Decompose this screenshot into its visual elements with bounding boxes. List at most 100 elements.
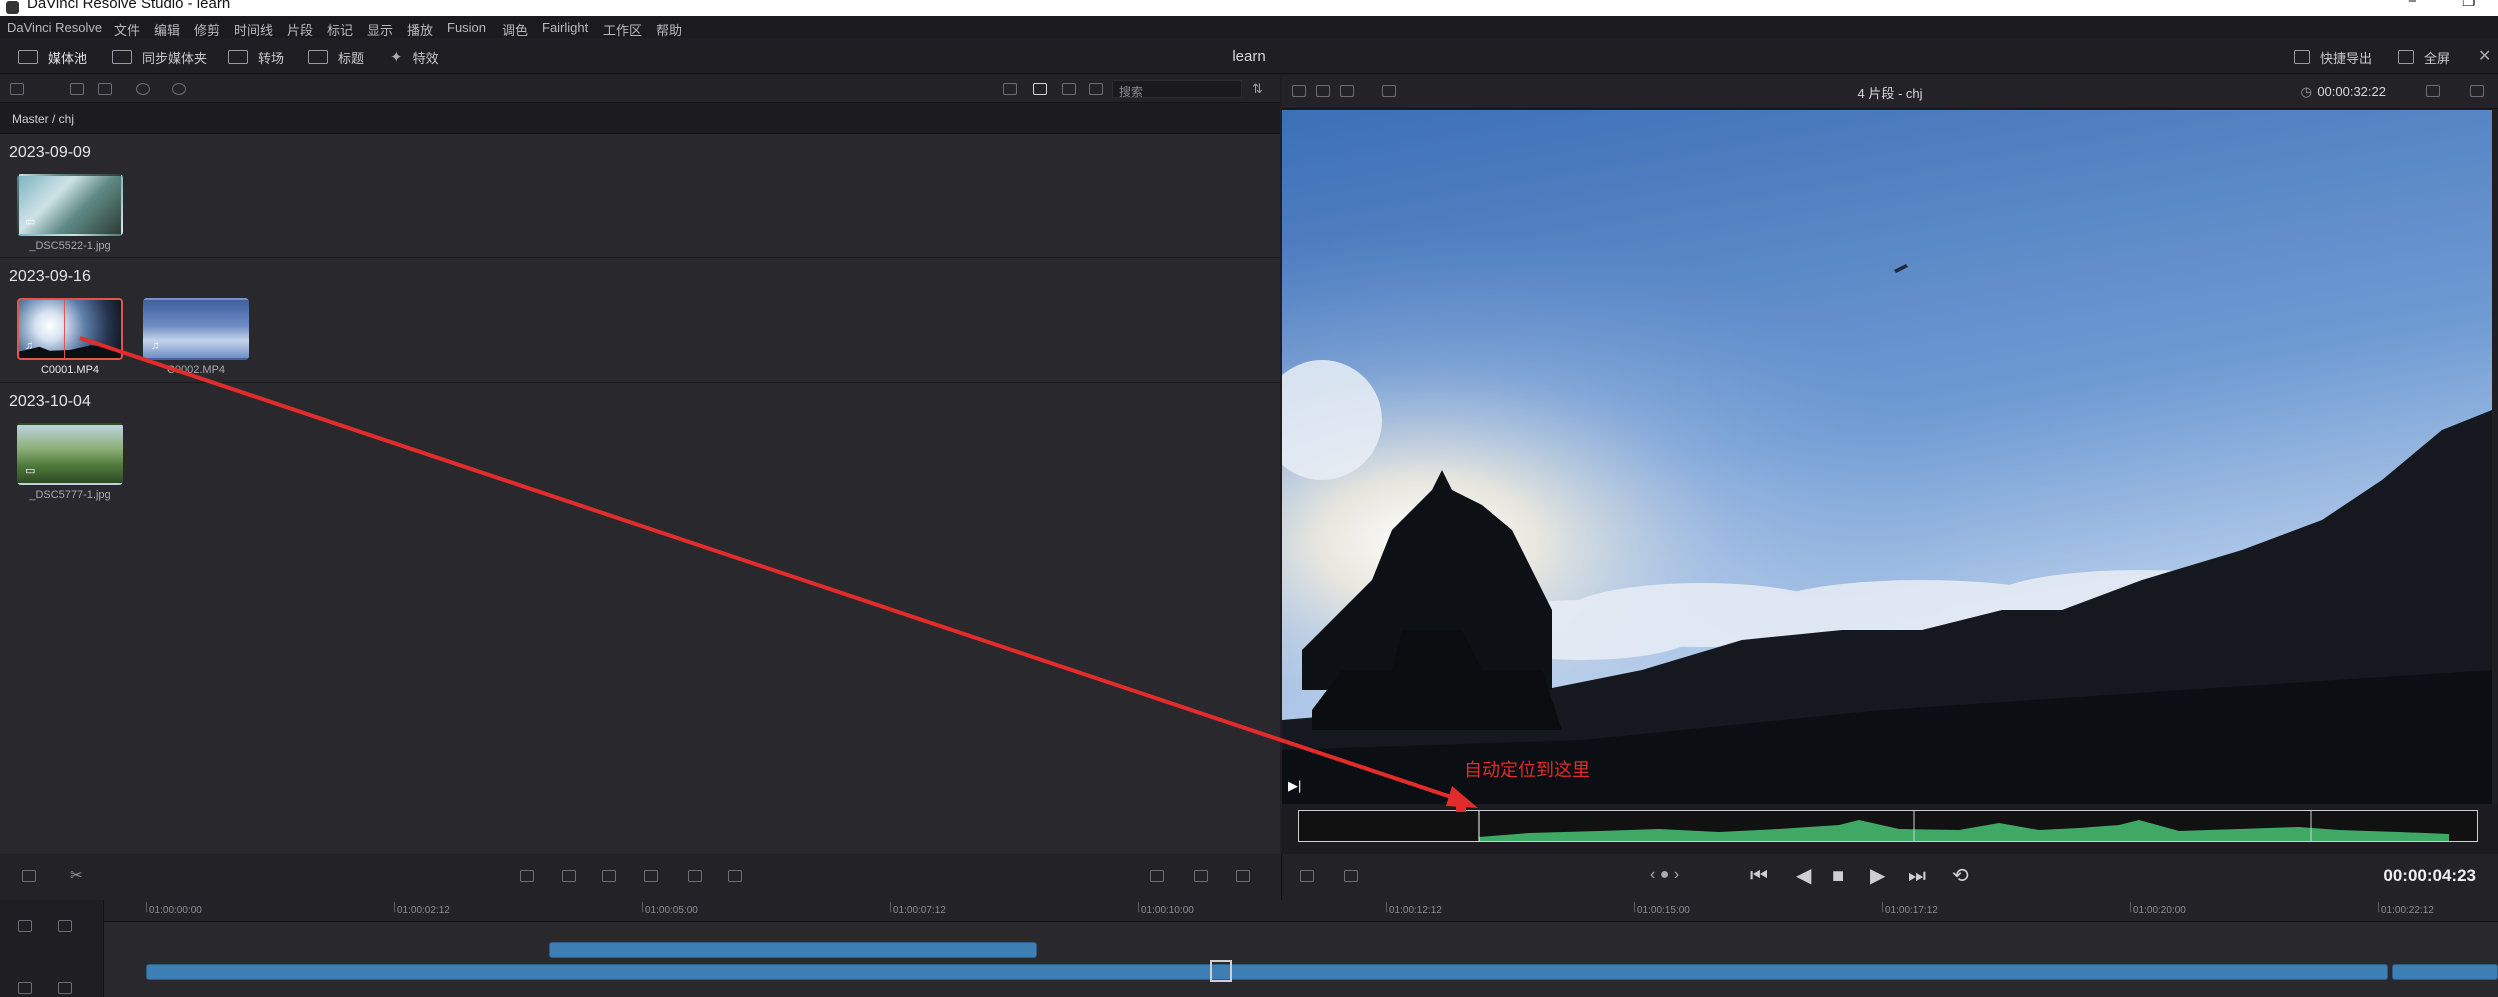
menu-edit[interactable]: 编辑: [154, 20, 180, 39]
menu-file[interactable]: 文件: [114, 20, 140, 39]
viewer-more-icon[interactable]: [2470, 85, 2484, 97]
timeline-tracks[interactable]: [104, 922, 2498, 997]
clip-thumbnail[interactable]: ▭ _DSC5777-1.jpg: [17, 423, 123, 501]
timeline-clip-v2[interactable]: [549, 942, 1037, 958]
ruler-label: 01:00:10:00: [1141, 905, 1194, 916]
viewer-zoom-icon[interactable]: [2426, 85, 2440, 97]
timeline-clip-v1[interactable]: [146, 964, 2388, 980]
timeline-clip-v1[interactable]: [2392, 964, 2498, 980]
close-up-icon[interactable]: [644, 870, 658, 882]
clip-thumbnail[interactable]: ♫ C0001.MP4: [17, 298, 123, 376]
project-title: learn: [1232, 48, 1266, 65]
date-group: 2023-09-16 ♫ C0001.MP4 ♫ C0002.MP4: [0, 258, 1280, 383]
ruler-label: 01:00:15:00: [1637, 905, 1690, 916]
track-options-icon[interactable]: [18, 982, 32, 994]
video-track-icon[interactable]: [1194, 870, 1208, 882]
menu-clip[interactable]: 片段: [287, 20, 313, 39]
metadata-view-icon[interactable]: [1062, 83, 1076, 95]
ripple-overwrite-icon[interactable]: [602, 870, 616, 882]
import-icon[interactable]: [98, 83, 112, 95]
ruler-label: 01:00:05:00: [645, 905, 698, 916]
ruler-label: 01:00:22:12: [2381, 905, 2434, 916]
media-pool-icon: [18, 50, 38, 64]
playback-options-icon[interactable]: [1300, 870, 1314, 882]
menu-workspace[interactable]: 工作区: [603, 20, 642, 39]
menu-playback[interactable]: 播放: [407, 20, 433, 39]
loop-button[interactable]: ⟲: [1952, 866, 1969, 886]
maximize-button[interactable]: ❐: [2462, 0, 2475, 10]
media-pool-button[interactable]: 媒体池: [18, 48, 87, 66]
menu-trim[interactable]: 修剪: [194, 20, 220, 39]
search-input[interactable]: 搜索: [1112, 80, 1242, 99]
menu-fusion[interactable]: Fusion: [447, 20, 486, 35]
clip-playhead: [64, 300, 65, 358]
append-icon[interactable]: [562, 870, 576, 882]
thumbnail-view-icon[interactable]: [1033, 83, 1047, 95]
clip-thumbnail[interactable]: ▭ _DSC5522-1.jpg: [17, 174, 123, 252]
source-overwrite-icon[interactable]: [728, 870, 742, 882]
window-title-bar: DaVinci Resolve Studio - learn − ❐: [0, 0, 2498, 16]
scissors-icon[interactable]: ✂: [70, 866, 83, 884]
stop-button[interactable]: ■: [1832, 866, 1844, 886]
menu-view[interactable]: 显示: [367, 20, 393, 39]
sort-icon[interactable]: ⇅: [1252, 81, 1263, 97]
go-to-end-icon[interactable]: ▶|: [1288, 778, 1301, 794]
media-pool-bottom-bar: ✂: [0, 854, 1282, 900]
media-pool-toolbar: 搜索 ⇅: [0, 75, 1280, 103]
link-icon[interactable]: [172, 83, 186, 95]
clip-scrubber[interactable]: [1298, 810, 2478, 842]
jog-control[interactable]: ‹ ● ›: [1650, 866, 1679, 884]
clip-thumbnail[interactable]: ♫ C0002.MP4: [143, 298, 249, 376]
menu-bar: DaVinci Resolve 文件 编辑 修剪 时间线 片段 标记 显示 播放…: [0, 16, 2498, 38]
jkl-icon[interactable]: [1344, 870, 1358, 882]
go-to-end-button[interactable]: ⏭: [1908, 866, 1926, 886]
zoom-track-icon[interactable]: [1236, 870, 1250, 882]
playhead-marker[interactable]: [1456, 804, 1466, 812]
group-date: 2023-09-09: [9, 144, 91, 161]
fullscreen-button[interactable]: 全屏: [2398, 48, 2450, 66]
transitions-button[interactable]: 转场: [228, 48, 284, 66]
timeline-view-icon[interactable]: [22, 870, 36, 882]
timeline-ruler[interactable]: 01:00:00:00 01:00:02:12 01:00:05:00 01:0…: [104, 900, 2498, 922]
clip-name: _DSC5777-1.jpg: [29, 489, 111, 501]
effects-button[interactable]: ✦ 特效: [390, 48, 439, 66]
menu-fairlight[interactable]: Fairlight: [542, 20, 588, 35]
viewer-frame[interactable]: ▶|: [1282, 110, 2492, 804]
menu-mark[interactable]: 标记: [327, 20, 353, 39]
blade-tool-icon[interactable]: [58, 920, 72, 932]
audio-track-icon[interactable]: [1150, 870, 1164, 882]
new-bin-icon[interactable]: [70, 83, 84, 95]
sync-bin-button[interactable]: 同步媒体夹: [112, 48, 207, 66]
track-tool-icon[interactable]: [18, 920, 32, 932]
quick-export-button[interactable]: 快捷导出: [2294, 48, 2372, 66]
list-view-icon[interactable]: [1089, 83, 1103, 95]
go-to-start-button[interactable]: ⏮: [1750, 866, 1768, 886]
play-reverse-button[interactable]: ◀: [1796, 866, 1811, 886]
menu-help[interactable]: 帮助: [656, 20, 682, 39]
smart-insert-icon[interactable]: [520, 870, 534, 882]
breadcrumb[interactable]: Master / chj: [0, 104, 1280, 134]
clip-image: ▭: [17, 423, 123, 485]
play-button[interactable]: ▶: [1870, 866, 1885, 886]
menu-davinci-resolve[interactable]: DaVinci Resolve: [7, 20, 102, 35]
track-options-icon[interactable]: [58, 982, 72, 994]
sync-bin-icon: [112, 50, 132, 64]
ruler-label: 01:00:17:12: [1885, 905, 1938, 916]
timeline-playhead-marker[interactable]: [1210, 960, 1232, 982]
strip-view-icon[interactable]: [1003, 83, 1017, 95]
minimize-button[interactable]: −: [2408, 0, 2417, 10]
titles-button[interactable]: 标题: [308, 48, 364, 66]
date-group: 2023-09-09 ▭ _DSC5522-1.jpg: [0, 134, 1280, 258]
expand-icon[interactable]: ✕: [2478, 46, 2491, 66]
sync-bin-label: 同步媒体夹: [142, 50, 208, 66]
group-date: 2023-09-16: [9, 268, 91, 285]
sync-icon[interactable]: [136, 83, 150, 95]
menu-timeline[interactable]: 时间线: [234, 20, 273, 39]
fullscreen-label: 全屏: [2424, 50, 2451, 66]
sidebar-toggle-icon[interactable]: [10, 83, 24, 95]
place-on-top-icon[interactable]: [688, 870, 702, 882]
media-pool-label: 媒体池: [48, 50, 88, 66]
menu-color[interactable]: 调色: [502, 20, 528, 39]
audio-waveform: [1478, 811, 2449, 841]
timeline-track-headers: 2 1: [0, 900, 118, 997]
